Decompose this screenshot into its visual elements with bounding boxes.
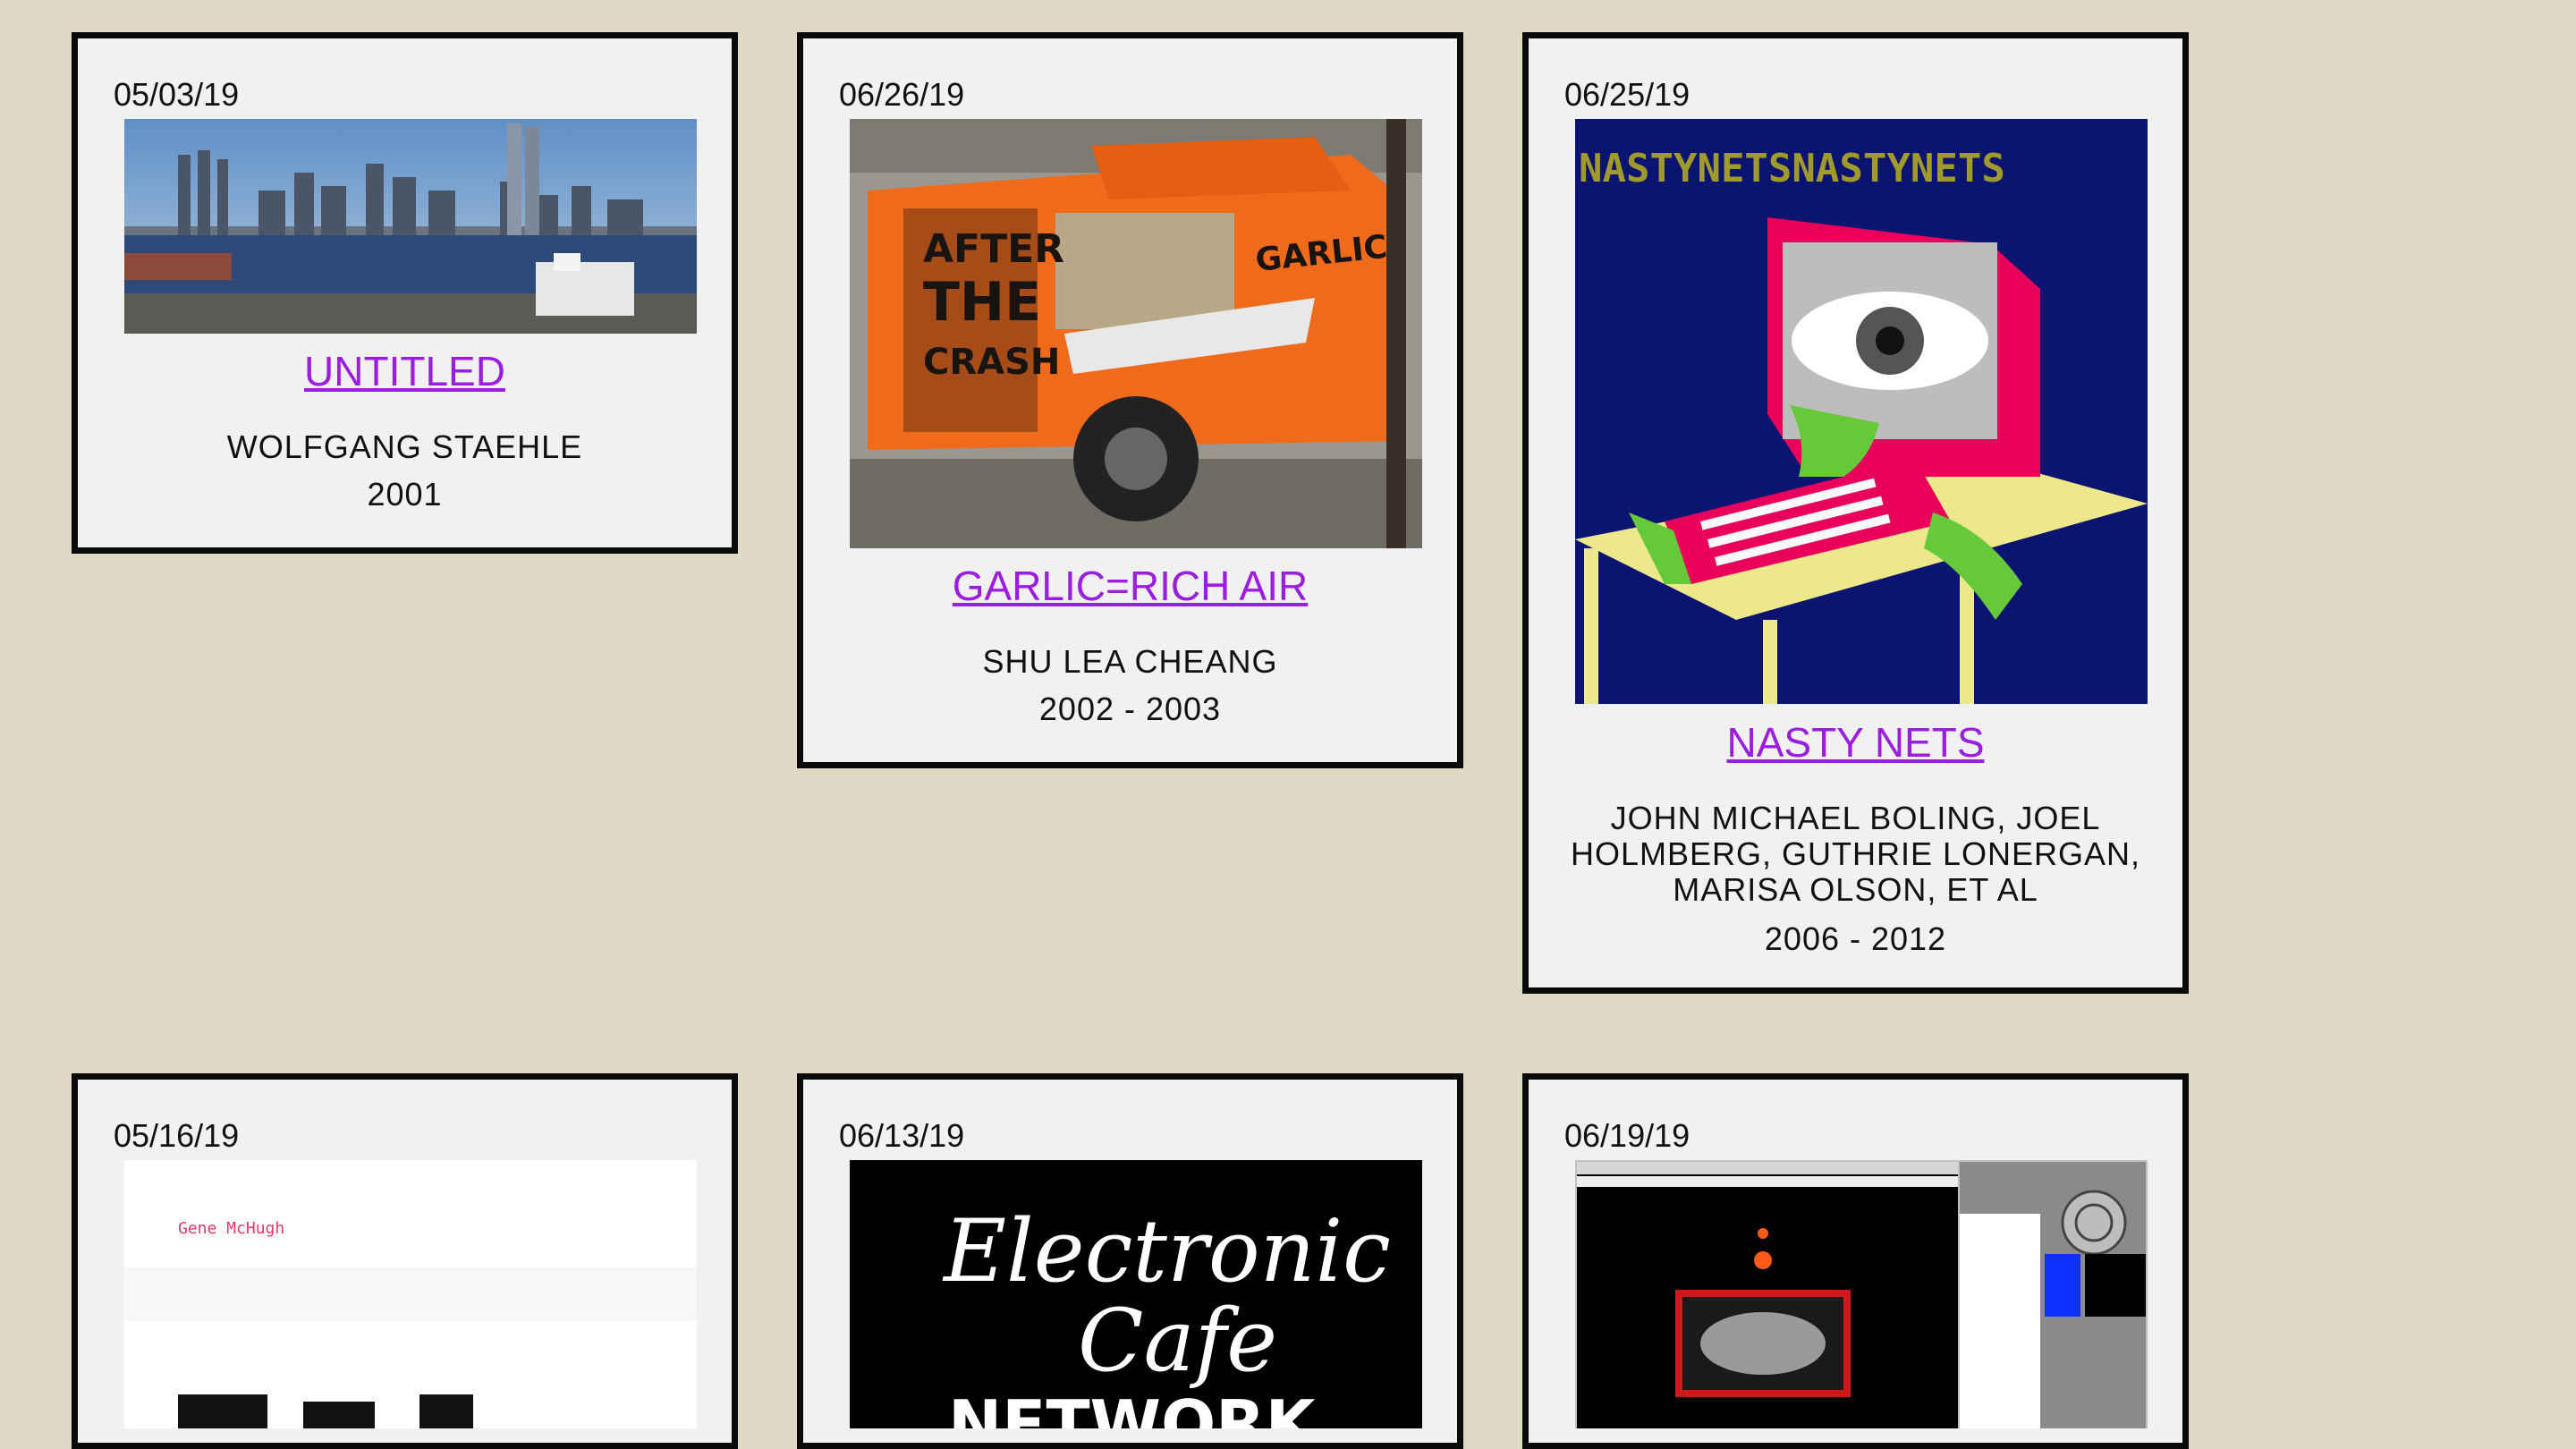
card-date: 06/19/19 [1564,1117,1690,1154]
artwork-thumbnail-nasty-nets[interactable]: NASTYNETSNASTYNETS [1575,119,2148,704]
truck-text-after: AFTER [923,226,1064,272]
artist-name: WOLFGANG STAEHLE [226,428,583,465]
artwork-years: 2002 - 2003 [1038,691,1222,727]
card-date: 05/16/19 [114,1117,240,1154]
artwork-title-link[interactable]: UNTITLED [78,347,732,395]
card-date: 06/26/19 [839,76,965,113]
artwork-years: 2001 [367,476,443,513]
nasty-banner-text: NASTYNETSNASTYNETS [1579,146,2005,191]
artwork-card-4: 05/16/19 Gene McHugh [72,1073,738,1449]
card-date: 06/25/19 [1564,76,1690,113]
cafe-line-2: Cafe [1078,1291,1277,1391]
artwork-title-link[interactable]: NASTY NETS [1529,718,2182,767]
artwork-card-6: 06/19/19 [1522,1073,2189,1449]
artwork-years: 2006 - 2012 [1764,920,1947,957]
artwork-card-5: 06/13/19 Electronic Cafe NETWORK [797,1073,1463,1449]
artwork-thumbnail-electronic-cafe[interactable]: Electronic Cafe NETWORK [850,1160,1422,1428]
artwork-card-garlic-rich-air: 06/26/19 AFTER THE CRASH GARLIC GARLIC=R… [797,32,1463,768]
artwork-card-untitled: 05/03/19 UNTITLED WOLFGANG STAEHLE 2001 [72,32,738,554]
artwork-thumbnail-untitled[interactable] [124,119,697,334]
artwork-title-link[interactable]: GARLIC=RICH AIR [803,562,1457,610]
card-date: 06/13/19 [839,1117,965,1154]
artist-name: JOHN MICHAEL BOLING, JOEL HOLMBERG, GUTH… [1570,800,2141,908]
artist-name: SHU LEA CHEANG [982,643,1278,680]
truck-text-crash: CRASH [923,342,1060,383]
truck-text-the: THE [923,271,1041,334]
artwork-thumbnail-book[interactable]: Gene McHugh [124,1160,697,1428]
artwork-thumbnail-desktop[interactable] [1575,1160,2148,1428]
book-author-text: Gene McHugh [178,1219,284,1238]
artwork-card-nasty-nets: 06/25/19 NASTYNETSNASTYNETS NASTY NETS J… [1522,32,2189,994]
cafe-line-1: Electronic [942,1201,1391,1301]
artwork-thumbnail-garlic-rich-air[interactable]: AFTER THE CRASH GARLIC [850,119,1422,548]
card-date: 05/03/19 [114,76,240,113]
